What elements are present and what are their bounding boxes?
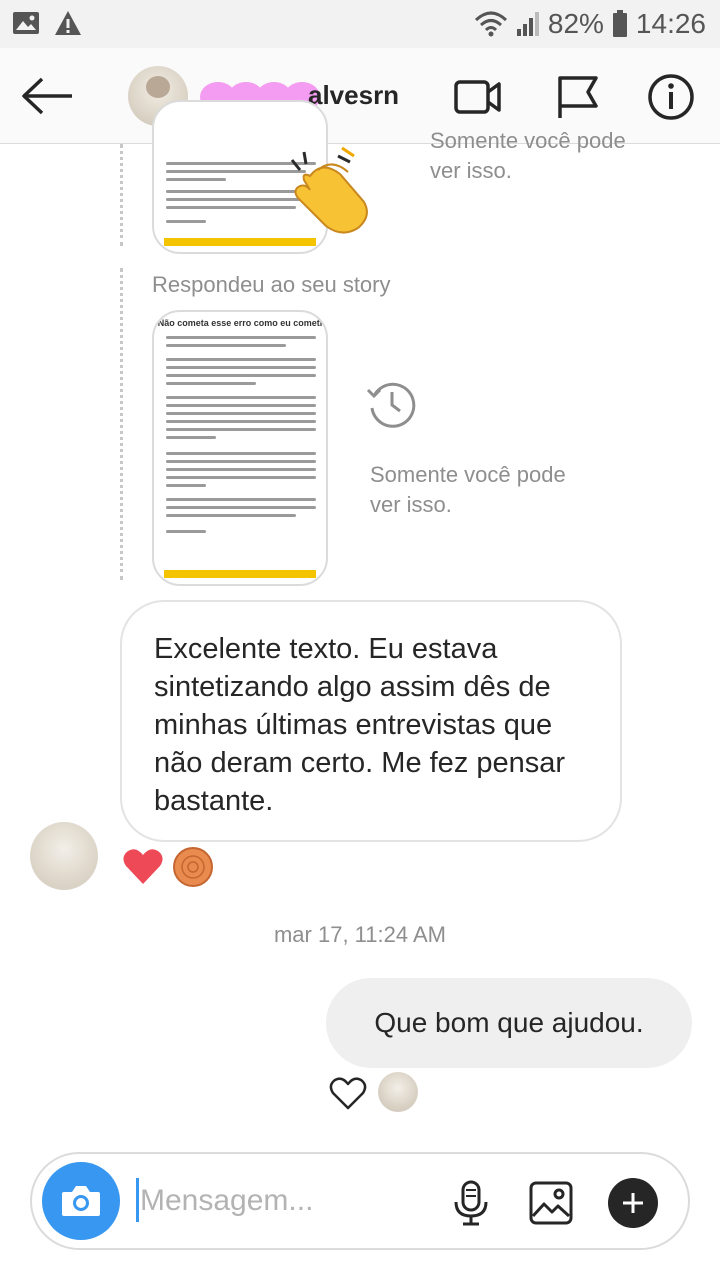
- story-preview-card[interactable]: Não cometa esse erro como eu cometi: [152, 310, 328, 586]
- contact-username[interactable]: alvesrn: [308, 80, 399, 111]
- orange-emoji-reaction-icon[interactable]: [172, 846, 214, 888]
- seen-avatar: [378, 1072, 418, 1112]
- wifi-icon: [474, 11, 507, 37]
- camera-icon: [62, 1186, 100, 1216]
- story-card-title: Não cometa esse erro como eu cometi: [157, 318, 323, 328]
- gallery-icon[interactable]: [528, 1180, 574, 1226]
- sender-avatar[interactable]: [30, 822, 98, 890]
- story-reply-line: [120, 144, 123, 246]
- battery-icon: [612, 10, 627, 37]
- clock: 14:26: [635, 8, 706, 39]
- story-reply-label: Respondeu ao seu story: [152, 272, 391, 297]
- clapping-hands-icon: [290, 146, 368, 234]
- info-icon[interactable]: [646, 72, 696, 122]
- heart-reaction-icon[interactable]: [122, 846, 164, 886]
- message-input[interactable]: [140, 1176, 440, 1226]
- warning-icon: [55, 11, 81, 35]
- camera-button[interactable]: [42, 1162, 120, 1240]
- more-options-button[interactable]: [608, 1178, 658, 1228]
- microphone-icon[interactable]: [448, 1180, 494, 1226]
- video-call-icon[interactable]: [452, 72, 502, 122]
- signal-icon: [516, 12, 539, 36]
- status-bar: 82% 14:26: [0, 0, 720, 48]
- flag-icon[interactable]: [552, 72, 602, 122]
- plus-icon: [623, 1193, 643, 1213]
- back-arrow-icon[interactable]: [20, 76, 76, 116]
- outgoing-message-bubble[interactable]: Que bom que ajudou.: [326, 978, 692, 1068]
- message-timestamp: mar 17, 11:24 AM: [273, 922, 446, 947]
- heart-outline-icon[interactable]: [328, 1074, 368, 1112]
- incoming-message-bubble[interactable]: Excelente texto. Eu estava sintetizando …: [120, 600, 622, 842]
- text-cursor: [136, 1178, 139, 1222]
- story-reply-line: [120, 268, 123, 580]
- battery-percent: 82%: [547, 8, 604, 39]
- visibility-note: Somente você pode ver isso.: [430, 128, 626, 183]
- image-icon: [13, 12, 39, 34]
- history-clock-icon: [366, 382, 416, 428]
- message-composer: [30, 1152, 690, 1250]
- visibility-note: Somente você pode ver isso.: [370, 462, 566, 517]
